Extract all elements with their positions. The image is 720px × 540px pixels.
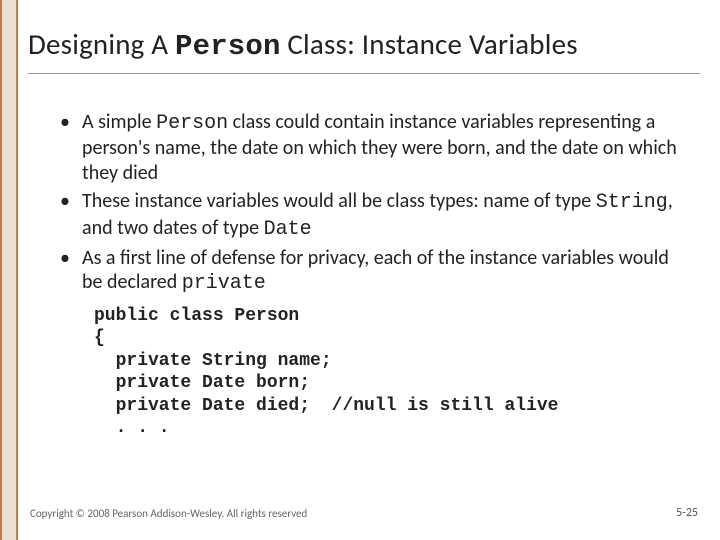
bullet-list: A simple Person class could contain inst… bbox=[60, 110, 690, 297]
mono-text: String bbox=[596, 191, 668, 214]
bullet-item: These instance variables would all be cl… bbox=[60, 189, 690, 242]
body-text: A simple bbox=[82, 110, 156, 134]
code-block: public class Person { private String nam… bbox=[94, 305, 700, 440]
left-accent-stripe bbox=[0, 0, 18, 540]
slide-title: Designing A Person Class: Instance Varia… bbox=[28, 20, 700, 74]
mono-text: Date bbox=[264, 218, 312, 241]
title-post: Class: Instance Variables bbox=[281, 26, 578, 62]
page-number: 5-25 bbox=[676, 506, 698, 520]
mono-text: private bbox=[182, 272, 266, 295]
slide-content: Designing A Person Class: Instance Varia… bbox=[28, 20, 700, 440]
title-pre: Designing A bbox=[28, 26, 175, 62]
bullet-item: A simple Person class could contain inst… bbox=[60, 110, 690, 185]
body-text: As a first line of defense for privacy, … bbox=[82, 246, 669, 294]
mono-text: Person bbox=[156, 112, 228, 135]
title-mono: Person bbox=[175, 30, 281, 63]
bullet-item: As a first line of defense for privacy, … bbox=[60, 246, 690, 297]
body-text: These instance variables would all be cl… bbox=[82, 189, 596, 213]
copyright-footer: Copyright © 2008 Pearson Addison-Wesley.… bbox=[30, 507, 307, 520]
